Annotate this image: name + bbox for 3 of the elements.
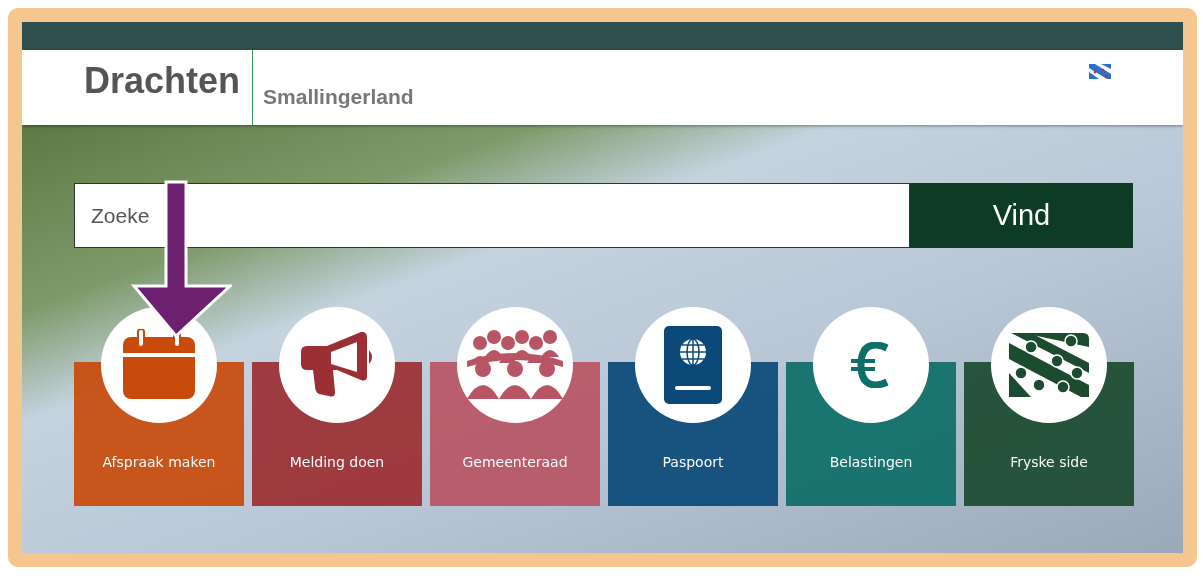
search-button[interactable]: Vind [910, 183, 1133, 248]
search-field[interactable]: Zoeke [74, 183, 910, 248]
site-subtitle: Smallingerland [262, 85, 414, 110]
